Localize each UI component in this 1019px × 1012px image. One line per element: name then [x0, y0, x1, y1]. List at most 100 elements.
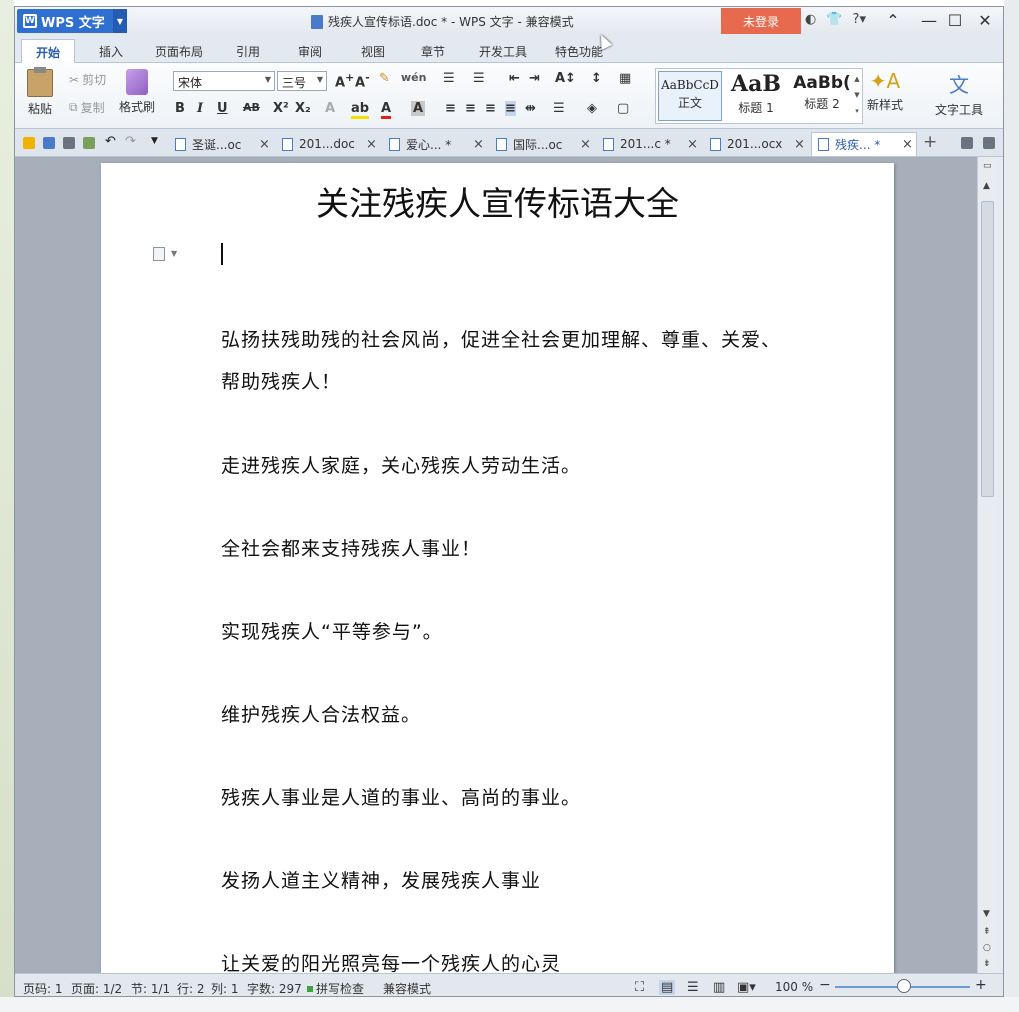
scroll-down-icon[interactable]: ▼ — [983, 909, 990, 919]
scroll-up-icon[interactable]: ▲ — [983, 181, 990, 191]
save-icon[interactable] — [43, 137, 55, 149]
doc-tab-active[interactable]: 残疾... * × — [811, 132, 917, 156]
fullscreen-view-icon[interactable]: ⛶ — [635, 980, 644, 995]
close-icon[interactable]: × — [794, 137, 805, 152]
phonetic-guide-icon[interactable]: wén — [401, 71, 426, 84]
tab-start[interactable]: 开始 — [21, 39, 76, 63]
cut-button[interactable]: ✂ 剪切 — [69, 71, 106, 88]
browse-object-icon[interactable]: ○ — [983, 943, 991, 953]
close-icon[interactable]: × — [473, 137, 484, 152]
justify-icon[interactable]: ≡ — [505, 101, 516, 116]
numbering-icon[interactable]: ☰ — [473, 71, 485, 86]
align-right-icon[interactable]: ≡ — [485, 101, 496, 116]
format-painter-button[interactable]: 格式刷 — [119, 69, 155, 115]
close-icon[interactable]: × — [902, 137, 913, 152]
doc-tab[interactable]: 201...ocx × — [704, 132, 810, 156]
tab-insert[interactable]: 插入 — [99, 43, 123, 60]
print-preview-icon[interactable] — [83, 137, 95, 149]
font-color-icon[interactable]: A — [381, 101, 392, 119]
tab-view[interactable]: 视图 — [361, 43, 385, 60]
new-tab-icon[interactable]: + — [923, 132, 937, 152]
doc-tab[interactable]: 201...c * × — [597, 132, 703, 156]
subscript-icon[interactable]: X₂ — [295, 101, 311, 116]
shrink-font-icon[interactable]: A- — [355, 71, 370, 90]
highlight-icon[interactable]: ab — [351, 101, 370, 119]
close-icon[interactable]: × — [259, 137, 270, 152]
decrease-indent-icon[interactable]: ⇤ — [509, 71, 520, 86]
redo-icon[interactable]: ↷ — [125, 134, 136, 149]
undo-icon[interactable]: ↶ — [105, 134, 116, 149]
font-name-select[interactable]: 宋体 ▼ — [173, 71, 275, 91]
bullets-icon[interactable]: ☰ — [443, 71, 455, 86]
doc-tab[interactable]: 爱心... * × — [383, 132, 489, 156]
paragraph-spacing-icon[interactable]: ☰ — [553, 101, 565, 116]
web-view-icon[interactable]: ▥ — [713, 980, 725, 995]
copy-button[interactable]: ⧉ 复制 — [69, 99, 105, 116]
document-page[interactable]: 关注残疾人宣传标语大全 ▼ 弘扬扶残助残的社会风尚，促进全社会更加理解、尊重、关… — [101, 163, 894, 983]
close-icon[interactable]: ✕ — [973, 11, 997, 30]
tab-references[interactable]: 引用 — [236, 43, 260, 60]
doc-tab[interactable]: 国际...oc × — [490, 132, 596, 156]
strikethrough-icon[interactable]: AB — [243, 101, 260, 114]
tab-special-features[interactable]: 特色功能 — [555, 43, 603, 60]
align-center-icon[interactable]: ≡ — [465, 101, 476, 116]
window-options-icon[interactable] — [983, 137, 995, 149]
italic-icon[interactable]: I — [197, 101, 203, 116]
zoom-in-icon[interactable]: + — [975, 977, 987, 993]
style-heading-1[interactable]: AaB 标题 1 — [724, 71, 788, 121]
text-direction-icon[interactable]: A↕ — [555, 71, 576, 86]
doc-tab[interactable]: 201...doc × — [276, 132, 382, 156]
tab-review[interactable]: 审阅 — [298, 43, 322, 60]
line-spacing-icon[interactable]: ↕ — [591, 71, 602, 86]
print-icon[interactable] — [63, 137, 75, 149]
clear-format-icon[interactable]: ✎ — [379, 71, 390, 86]
page-view-icon[interactable]: ▤ — [659, 980, 676, 995]
spell-check-toggle[interactable]: 拼写检查 — [307, 980, 364, 996]
help-button[interactable]: ?▾ — [853, 12, 866, 27]
style-gallery-scroll[interactable]: ▲ ▼ ▾ — [852, 71, 862, 121]
login-button[interactable]: 未登录 — [721, 8, 801, 34]
zoom-out-icon[interactable]: − — [819, 977, 831, 993]
skin-icon[interactable]: ◐ — [805, 12, 816, 27]
table-icon[interactable]: ▦ — [619, 71, 631, 86]
bold-icon[interactable]: B — [175, 101, 185, 116]
close-icon[interactable]: × — [366, 137, 377, 152]
scrollbar-thumb[interactable] — [981, 201, 994, 497]
customize-toolbar-icon[interactable]: ▼ — [151, 136, 158, 146]
vertical-scrollbar[interactable]: ▭ ▲ ▼ ⇞ ○ ⇟ — [977, 157, 997, 973]
font-size-select[interactable]: 三号 ▼ — [277, 71, 327, 91]
status-word-count[interactable]: 字数: 297 — [247, 980, 302, 996]
superscript-icon[interactable]: X² — [273, 101, 289, 116]
shirt-icon[interactable]: 👕 — [826, 12, 842, 27]
close-icon[interactable]: × — [580, 137, 591, 152]
style-normal[interactable]: AaBbCcD 正文 — [658, 71, 722, 121]
wps-app-menu-button[interactable]: W WPS 文字 ▼ — [17, 9, 127, 33]
doc-tab[interactable]: 圣诞...oc × — [169, 132, 275, 156]
zoom-level[interactable]: 100 % — [775, 980, 813, 994]
new-style-button[interactable]: ✦A 新样式 — [867, 69, 903, 113]
prev-page-icon[interactable]: ⇞ — [983, 927, 991, 937]
borders-icon[interactable]: ▢ — [617, 101, 629, 116]
distribute-icon[interactable]: ⇹ — [525, 101, 536, 116]
shading-icon[interactable]: ◈ — [587, 101, 597, 116]
underline-icon[interactable]: U — [217, 101, 228, 116]
increase-indent-icon[interactable]: ⇥ — [529, 71, 540, 86]
tab-page-layout[interactable]: 页面布局 — [155, 43, 203, 60]
zoom-slider-handle[interactable] — [897, 979, 911, 993]
close-icon[interactable]: × — [687, 137, 698, 152]
collapse-ribbon-icon[interactable]: ⌃ — [881, 11, 905, 30]
grow-font-icon[interactable]: A+ — [335, 71, 354, 90]
outline-view-icon[interactable]: ☰ — [687, 980, 699, 995]
text-tools-button[interactable]: 文 文字工具 — [935, 69, 983, 118]
text-effect-icon[interactable]: A — [325, 101, 335, 116]
tab-developer[interactable]: 开发工具 — [479, 43, 527, 60]
char-shading-icon[interactable]: A — [411, 101, 426, 116]
window-list-icon[interactable] — [961, 137, 973, 149]
paste-button[interactable]: 粘贴 — [27, 67, 53, 117]
next-page-icon[interactable]: ⇟ — [983, 959, 991, 969]
style-heading-2[interactable]: AaBb( 标题 2 — [790, 71, 854, 121]
open-folder-icon[interactable] — [23, 137, 35, 149]
reading-view-icon[interactable]: ▣▾ — [737, 980, 756, 995]
tab-chapter[interactable]: 章节 — [421, 43, 445, 60]
maximize-icon[interactable]: ☐ — [943, 11, 967, 30]
